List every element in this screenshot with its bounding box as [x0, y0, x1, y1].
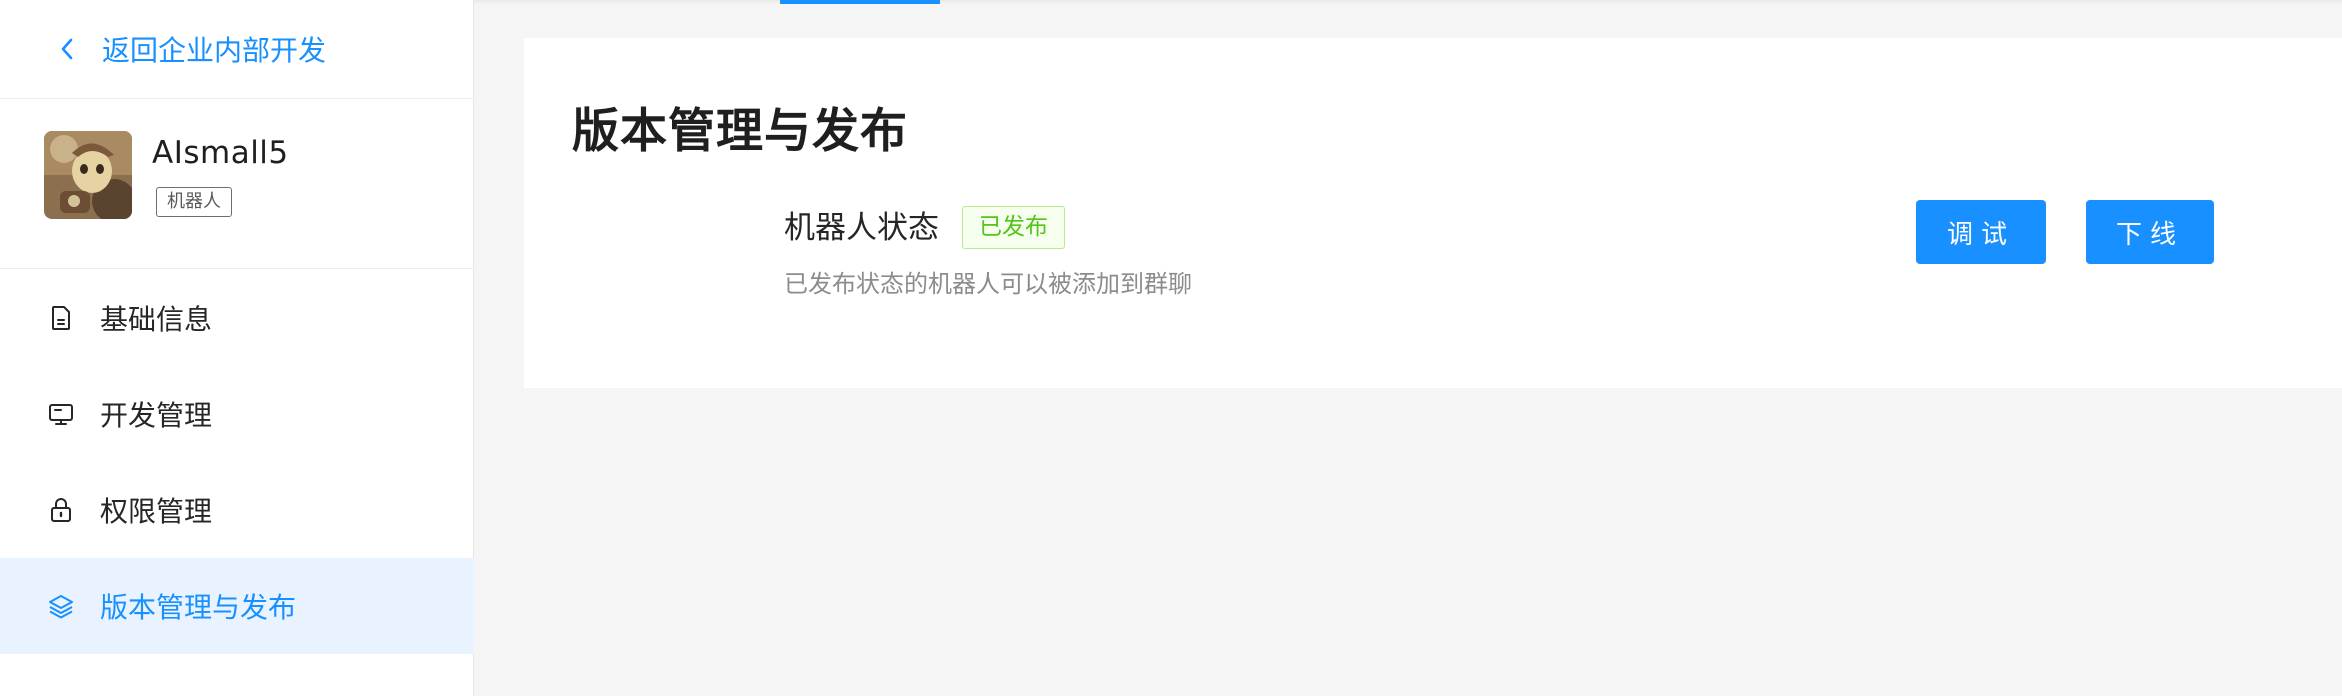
- top-tab-active-indicator: [780, 0, 940, 4]
- lock-icon: [46, 495, 76, 525]
- app-name: AIsmall5: [152, 135, 289, 171]
- sidebar-item-permissions[interactable]: 权限管理: [0, 462, 474, 558]
- status-description: 已发布状态的机器人可以被添加到群聊: [784, 270, 1192, 298]
- layers-icon: [46, 591, 76, 621]
- back-link[interactable]: 返回企业内部开发: [0, 0, 474, 99]
- back-link-label: 返回企业内部开发: [102, 34, 327, 67]
- offline-button[interactable]: 下线: [2086, 200, 2214, 264]
- sidebar-item-version-release[interactable]: 版本管理与发布: [0, 558, 474, 654]
- sidebar: 返回企业内部开发 AIsmall5 机器人 基础信息 开发管理 权限管理 版本管…: [0, 0, 474, 696]
- app-type-tag: 机器人: [156, 187, 232, 217]
- bot-status-label: 机器人状态: [784, 210, 939, 246]
- app-card: AIsmall5 机器人: [0, 99, 474, 269]
- sidebar-item-label: 版本管理与发布: [100, 591, 297, 624]
- sidebar-item-label: 权限管理: [100, 495, 213, 528]
- sidebar-nav: 基础信息 开发管理 权限管理 版本管理与发布: [0, 270, 474, 654]
- avatar: [44, 131, 132, 219]
- version-panel: 版本管理与发布 机器人状态 已发布 已发布状态的机器人可以被添加到群聊 调试 下…: [524, 38, 2342, 388]
- sidebar-item-dev-management[interactable]: 开发管理: [0, 366, 474, 462]
- sidebar-item-basic-info[interactable]: 基础信息: [0, 270, 474, 366]
- page-title: 版本管理与发布: [572, 104, 908, 159]
- sidebar-item-label: 基础信息: [100, 303, 213, 336]
- sidebar-item-label: 开发管理: [100, 399, 213, 432]
- chevron-left-icon: [52, 34, 82, 64]
- debug-button[interactable]: 调试: [1916, 200, 2046, 264]
- monitor-icon: [46, 399, 76, 429]
- document-icon: [46, 303, 76, 333]
- status-badge: 已发布: [962, 206, 1065, 249]
